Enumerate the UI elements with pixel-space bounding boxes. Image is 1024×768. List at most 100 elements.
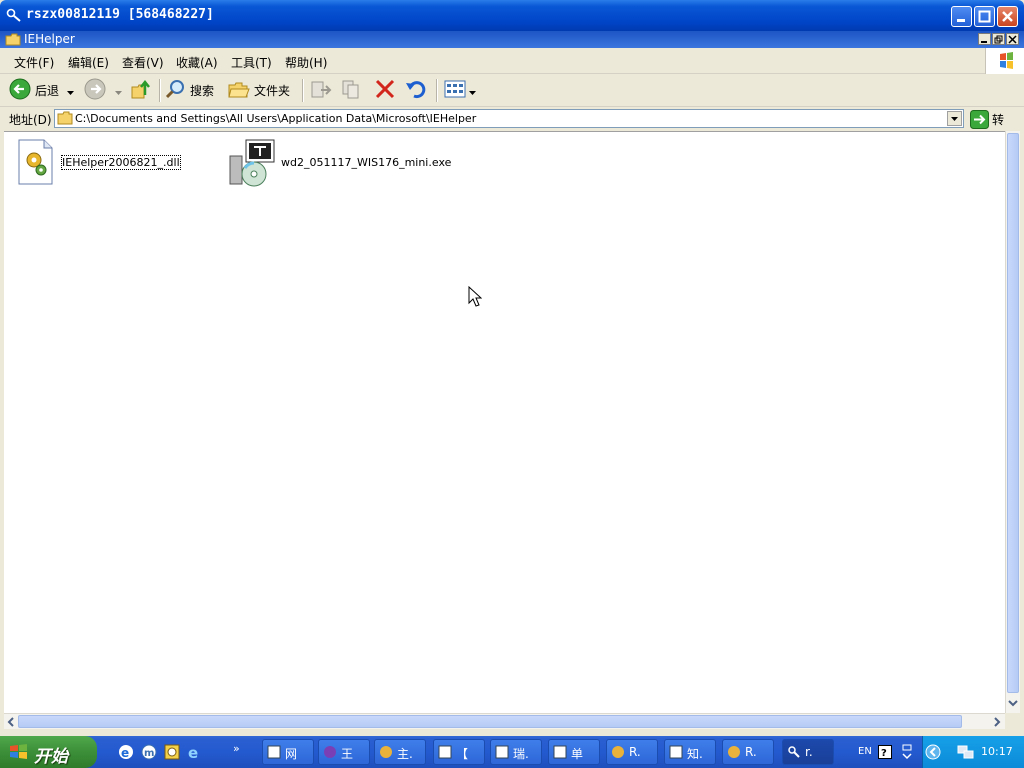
address-value: C:\Documents and Settings\All Users\Appl… [75, 112, 477, 125]
taskbar-item-2[interactable]: 王 [318, 739, 370, 765]
window-app-icon [267, 745, 281, 762]
folders-button[interactable]: 文件夹 [228, 78, 290, 103]
explorer-close-button[interactable] [1006, 33, 1019, 45]
window-app-icon [379, 745, 393, 762]
menu-favorites[interactable]: 收藏(A) [176, 54, 218, 71]
back-dropdown-icon[interactable] [67, 84, 75, 98]
remote-window-titlebar[interactable]: rszx00812119 [568468227] [0, 0, 1024, 31]
scroll-right-arrow-icon[interactable] [992, 716, 1002, 730]
close-button[interactable] [997, 6, 1018, 27]
language-indicator[interactable]: EN [858, 746, 872, 757]
vertical-scrollbar[interactable] [1005, 131, 1020, 713]
vertical-scroll-thumb[interactable] [1007, 133, 1019, 693]
address-dropdown-button[interactable] [947, 111, 962, 126]
copy-to-button[interactable] [340, 78, 364, 103]
help-icon[interactable]: ? [878, 745, 892, 762]
menu-tools[interactable]: 工具(T) [231, 54, 272, 71]
views-button[interactable] [443, 78, 476, 103]
maximize-button[interactable] [974, 6, 995, 27]
address-folder-icon [57, 111, 73, 128]
window-app-icon [323, 745, 337, 762]
file-item-exe[interactable]: wd2_051117_WIS176_mini.exe [228, 138, 451, 191]
address-input[interactable]: C:\Documents and Settings\All Users\Appl… [54, 109, 964, 128]
window-app-icon [553, 745, 567, 762]
explorer-titlebar[interactable]: IEHelper [0, 31, 1024, 48]
installer-cd-icon [228, 138, 278, 191]
toolbar-separator [159, 79, 161, 102]
views-dropdown-icon[interactable] [469, 84, 476, 98]
taskbar-item-8[interactable]: 知. [664, 739, 716, 765]
window-app-icon [611, 745, 625, 762]
svg-text:e: e [121, 746, 129, 760]
taskbar-item-9[interactable]: R. [722, 739, 774, 765]
address-label: 地址(D) [9, 113, 52, 127]
file-item-dll[interactable]: IEHelper2006821_.dll [16, 138, 186, 188]
folders-label: 文件夹 [254, 84, 291, 98]
up-folder-button[interactable] [130, 78, 152, 103]
copy-to-icon [340, 78, 364, 103]
window-app-icon [669, 745, 683, 762]
delete-x-icon [373, 78, 397, 103]
file-name: IEHelper2006821_.dll [61, 155, 181, 170]
folders-icon [228, 78, 250, 103]
explorer-minimize-button[interactable] [978, 33, 991, 45]
toolbar-separator [302, 79, 304, 102]
taskbar-item-1[interactable]: 网 [262, 739, 314, 765]
forward-button[interactable] [84, 78, 122, 103]
go-button[interactable]: 转 [968, 110, 1024, 129]
scroll-down-arrow-icon[interactable] [1008, 697, 1018, 711]
taskbar-item-5[interactable]: 瑞. [490, 739, 542, 765]
move-to-button[interactable] [309, 78, 333, 103]
network-icon[interactable] [957, 744, 975, 763]
quicklaunch-browser-icon[interactable]: e [187, 744, 203, 763]
up-folder-icon [130, 78, 152, 103]
dll-gear-icon [16, 138, 56, 189]
file-list-view[interactable]: IEHelper2006821_.dll wd2_051117_WIS176_m… [4, 131, 1005, 713]
start-label: 开始 [34, 747, 68, 767]
quicklaunch-more-icon[interactable]: » [233, 742, 240, 755]
tray-expand-icon[interactable] [925, 744, 941, 763]
scroll-left-arrow-icon[interactable] [6, 716, 16, 730]
quicklaunch-maxthon-icon[interactable]: m [141, 744, 157, 763]
svg-text:m: m [144, 748, 154, 759]
horizontal-scrollbar[interactable] [4, 713, 1005, 729]
go-arrow-icon [970, 110, 989, 132]
minimize-button[interactable] [951, 6, 972, 27]
toolbar: 后退 搜索 文件夹 [0, 74, 1024, 107]
ime-options-icon[interactable] [901, 744, 913, 763]
window-app-icon [438, 745, 452, 762]
undo-button[interactable] [404, 78, 428, 103]
back-label: 后退 [35, 84, 60, 98]
undo-icon [404, 78, 428, 103]
menu-file[interactable]: 文件(F) [14, 54, 54, 71]
search-label: 搜索 [190, 84, 215, 98]
delete-button[interactable] [373, 78, 397, 103]
toolbar-separator [436, 79, 438, 102]
taskbar-item-4[interactable]: 【 [433, 739, 485, 765]
explorer-title: IEHelper [24, 32, 75, 46]
quicklaunch-ie-icon[interactable]: e [118, 744, 134, 763]
taskbar: 开始 e m e » 网 王 主. 【 瑞. 单 R. 知. R. r. EN … [0, 736, 1024, 768]
remote-window-title: rszx00812119 [568468227] [26, 7, 214, 22]
scrollbar-corner [1005, 713, 1024, 729]
horizontal-scroll-thumb[interactable] [18, 715, 962, 728]
forward-dropdown-icon[interactable] [115, 84, 122, 98]
search-button[interactable]: 搜索 [164, 78, 214, 103]
menu-view[interactable]: 查看(V) [122, 54, 164, 71]
quicklaunch-app-icon[interactable] [164, 744, 180, 763]
clock[interactable]: 10:17 [981, 745, 1013, 758]
menu-edit[interactable]: 编辑(E) [68, 54, 109, 71]
start-button[interactable]: 开始 [0, 736, 97, 768]
windows-flag-icon [9, 743, 29, 764]
taskbar-item-7[interactable]: R. [606, 739, 658, 765]
window-app-icon [727, 745, 741, 762]
menu-help[interactable]: 帮助(H) [285, 54, 327, 71]
address-bar: 地址(D) C:\Documents and Settings\All User… [0, 107, 1024, 131]
mouse-cursor-icon [468, 285, 483, 311]
back-button[interactable]: 后退 [9, 78, 75, 103]
svg-text:?: ? [881, 748, 887, 759]
taskbar-item-6[interactable]: 单 [548, 739, 600, 765]
taskbar-item-10-active[interactable]: r. [782, 739, 834, 765]
explorer-restore-button[interactable] [992, 33, 1005, 45]
taskbar-item-3[interactable]: 主. [374, 739, 426, 765]
